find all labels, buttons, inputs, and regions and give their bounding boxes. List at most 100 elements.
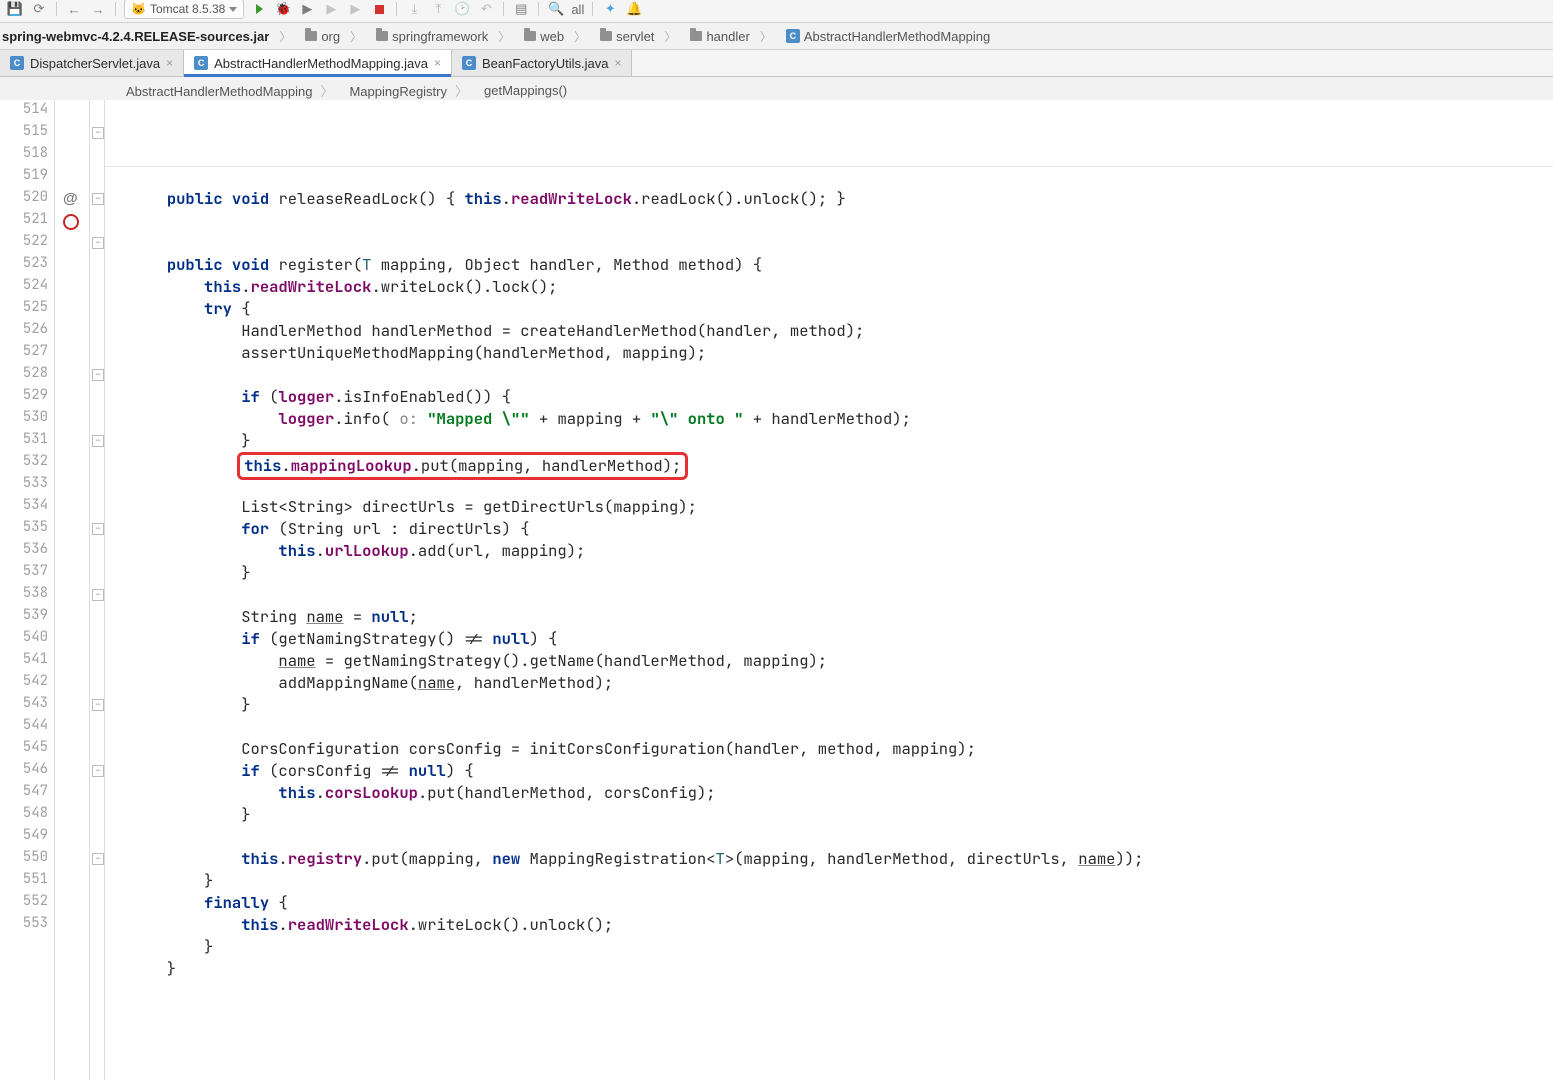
fold-handle[interactable]: − bbox=[92, 369, 104, 381]
code-line[interactable]: } bbox=[111, 430, 1553, 452]
back-icon[interactable]: ← bbox=[65, 0, 83, 18]
run-button[interactable] bbox=[250, 0, 268, 18]
search-icon[interactable]: 🔍 bbox=[547, 0, 565, 18]
line-number: 523 bbox=[0, 254, 48, 276]
code-line[interactable]: if (getNamingStrategy() != null) { bbox=[111, 628, 1553, 650]
line-number: 546 bbox=[0, 760, 48, 782]
code-line[interactable]: this.urlLookup.add(url, mapping); bbox=[111, 540, 1553, 562]
vcs-history-icon[interactable]: 🕑 bbox=[453, 0, 471, 18]
gutter-icons-column[interactable]: @ bbox=[55, 100, 90, 1080]
code-area[interactable]: public void releaseReadLock() { this.rea… bbox=[105, 100, 1553, 1080]
notification-icon[interactable]: 🔔 bbox=[625, 0, 643, 18]
code-line[interactable]: } bbox=[111, 958, 1553, 980]
path-crumb[interactable]: servlet bbox=[594, 23, 684, 49]
code-line[interactable] bbox=[111, 716, 1553, 738]
fold-handle[interactable]: − bbox=[92, 523, 104, 535]
code-line[interactable]: if (corsConfig != null) { bbox=[111, 760, 1553, 782]
vcs-commit-icon[interactable]: ⤒ bbox=[429, 0, 447, 18]
forward-icon[interactable]: → bbox=[89, 0, 107, 18]
code-line[interactable]: addMappingName(name, handlerMethod); bbox=[111, 672, 1553, 694]
structure-icon[interactable]: ▤ bbox=[512, 0, 530, 18]
code-line[interactable]: try { bbox=[111, 298, 1553, 320]
stop-button[interactable] bbox=[370, 0, 388, 18]
code-line[interactable]: } bbox=[111, 804, 1553, 826]
code-line[interactable]: List<String> directUrls = getDirectUrls(… bbox=[111, 496, 1553, 518]
breakpoint-icon[interactable] bbox=[63, 214, 77, 228]
run-config-selector[interactable]: 🐱 Tomcat 8.5.38 bbox=[124, 0, 244, 19]
code-line[interactable]: public void register(T mapping, Object h… bbox=[111, 254, 1553, 276]
code-line[interactable]: this.mappingLookup.put(mapping, handlerM… bbox=[111, 452, 1553, 474]
folder-icon bbox=[376, 31, 388, 41]
line-number: 551 bbox=[0, 870, 48, 892]
close-icon[interactable]: × bbox=[614, 56, 621, 70]
code-line[interactable]: name = getNamingStrategy().getName(handl… bbox=[111, 650, 1553, 672]
vcs-update-icon[interactable]: ⤓ bbox=[405, 0, 423, 18]
code-line[interactable]: public void releaseReadLock() { this.rea… bbox=[111, 188, 1553, 210]
code-line[interactable]: if (logger.isInfoEnabled()) { bbox=[111, 386, 1553, 408]
code-line[interactable]: for (String url : directUrls) { bbox=[111, 518, 1553, 540]
code-line[interactable] bbox=[111, 980, 1553, 1002]
code-line[interactable]: } bbox=[111, 562, 1553, 584]
tomcat-icon: 🐱 bbox=[131, 2, 146, 16]
code-line[interactable]: } bbox=[111, 870, 1553, 892]
fold-handle[interactable]: − bbox=[92, 853, 104, 865]
profile-button[interactable]: ▶ bbox=[322, 0, 340, 18]
code-line[interactable] bbox=[111, 232, 1553, 254]
fold-handle[interactable]: − bbox=[92, 127, 104, 139]
code-line[interactable]: finally { bbox=[111, 892, 1553, 914]
class-icon bbox=[194, 56, 208, 70]
coverage-button[interactable]: ▶ bbox=[298, 0, 316, 18]
structure-crumb[interactable]: AbstractHandlerMethodMapping bbox=[118, 81, 341, 100]
line-number: 524 bbox=[0, 276, 48, 298]
vcs-revert-icon[interactable]: ↶ bbox=[477, 0, 495, 18]
editor-tab[interactable]: AbstractHandlerMethodMapping.java× bbox=[184, 50, 452, 76]
code-line[interactable]: this.corsLookup.put(handlerMethod, corsC… bbox=[111, 782, 1553, 804]
code-line[interactable]: HandlerMethod handlerMethod = createHand… bbox=[111, 320, 1553, 342]
code-line[interactable]: this.readWriteLock.writeLock().unlock(); bbox=[111, 914, 1553, 936]
structure-crumb[interactable]: getMappings() bbox=[476, 83, 583, 98]
toolbar-separator bbox=[503, 2, 504, 16]
path-crumb[interactable]: springframework bbox=[370, 23, 518, 49]
path-crumb-label: web bbox=[540, 29, 564, 44]
structure-crumb[interactable]: MappingRegistry bbox=[341, 81, 476, 100]
fold-column[interactable]: − − − − − − − − − − bbox=[90, 100, 105, 1080]
code-line[interactable]: } bbox=[111, 936, 1553, 958]
code-line[interactable] bbox=[111, 210, 1553, 232]
line-number: 543 bbox=[0, 694, 48, 716]
line-number: 535 bbox=[0, 518, 48, 540]
code-line[interactable]: CorsConfiguration corsConfig = initCorsC… bbox=[111, 738, 1553, 760]
fold-handle[interactable]: − bbox=[92, 765, 104, 777]
path-crumb-label: AbstractHandlerMethodMapping bbox=[804, 29, 990, 44]
debug-button[interactable]: 🐞 bbox=[274, 0, 292, 18]
code-line[interactable] bbox=[111, 166, 1553, 188]
path-crumb[interactable]: handler bbox=[684, 23, 779, 49]
close-icon[interactable]: × bbox=[434, 56, 441, 70]
save-icon[interactable]: 💾 bbox=[6, 0, 24, 18]
code-line[interactable]: String name = null; bbox=[111, 606, 1553, 628]
code-line[interactable]: } bbox=[111, 694, 1553, 716]
fold-handle[interactable]: − bbox=[92, 237, 104, 249]
path-crumb[interactable]: org bbox=[299, 23, 370, 49]
code-line[interactable] bbox=[111, 364, 1553, 386]
editor-tab[interactable]: BeanFactoryUtils.java× bbox=[452, 50, 632, 76]
editor-tab[interactable]: DispatcherServlet.java× bbox=[0, 50, 184, 76]
override-icon[interactable]: @ bbox=[63, 190, 77, 204]
code-line[interactable]: this.readWriteLock.writeLock().lock(); bbox=[111, 276, 1553, 298]
code-line[interactable]: this.registry.put(mapping, new MappingRe… bbox=[111, 848, 1553, 870]
code-line[interactable] bbox=[111, 826, 1553, 848]
fold-handle[interactable]: − bbox=[92, 435, 104, 447]
close-icon[interactable]: × bbox=[166, 56, 173, 70]
path-crumb[interactable]: web bbox=[518, 23, 594, 49]
fold-handle[interactable]: − bbox=[92, 589, 104, 601]
path-crumb[interactable]: spring-webmvc-4.2.4.RELEASE-sources.jar bbox=[2, 23, 299, 49]
path-crumb[interactable]: AbstractHandlerMethodMapping bbox=[780, 23, 1008, 49]
plugin-icon[interactable]: ✦ bbox=[601, 0, 619, 18]
fold-handle[interactable]: − bbox=[92, 193, 104, 205]
attach-button[interactable]: ▶ bbox=[346, 0, 364, 18]
code-line[interactable]: assertUniqueMethodMapping(handlerMethod,… bbox=[111, 342, 1553, 364]
fold-handle[interactable]: − bbox=[92, 699, 104, 711]
code-line[interactable] bbox=[111, 584, 1553, 606]
code-line[interactable]: logger.info( o: "Mapped \"" + mapping + … bbox=[111, 408, 1553, 430]
refresh-icon[interactable]: ⟳ bbox=[30, 0, 48, 18]
line-number: 514 bbox=[0, 100, 48, 122]
